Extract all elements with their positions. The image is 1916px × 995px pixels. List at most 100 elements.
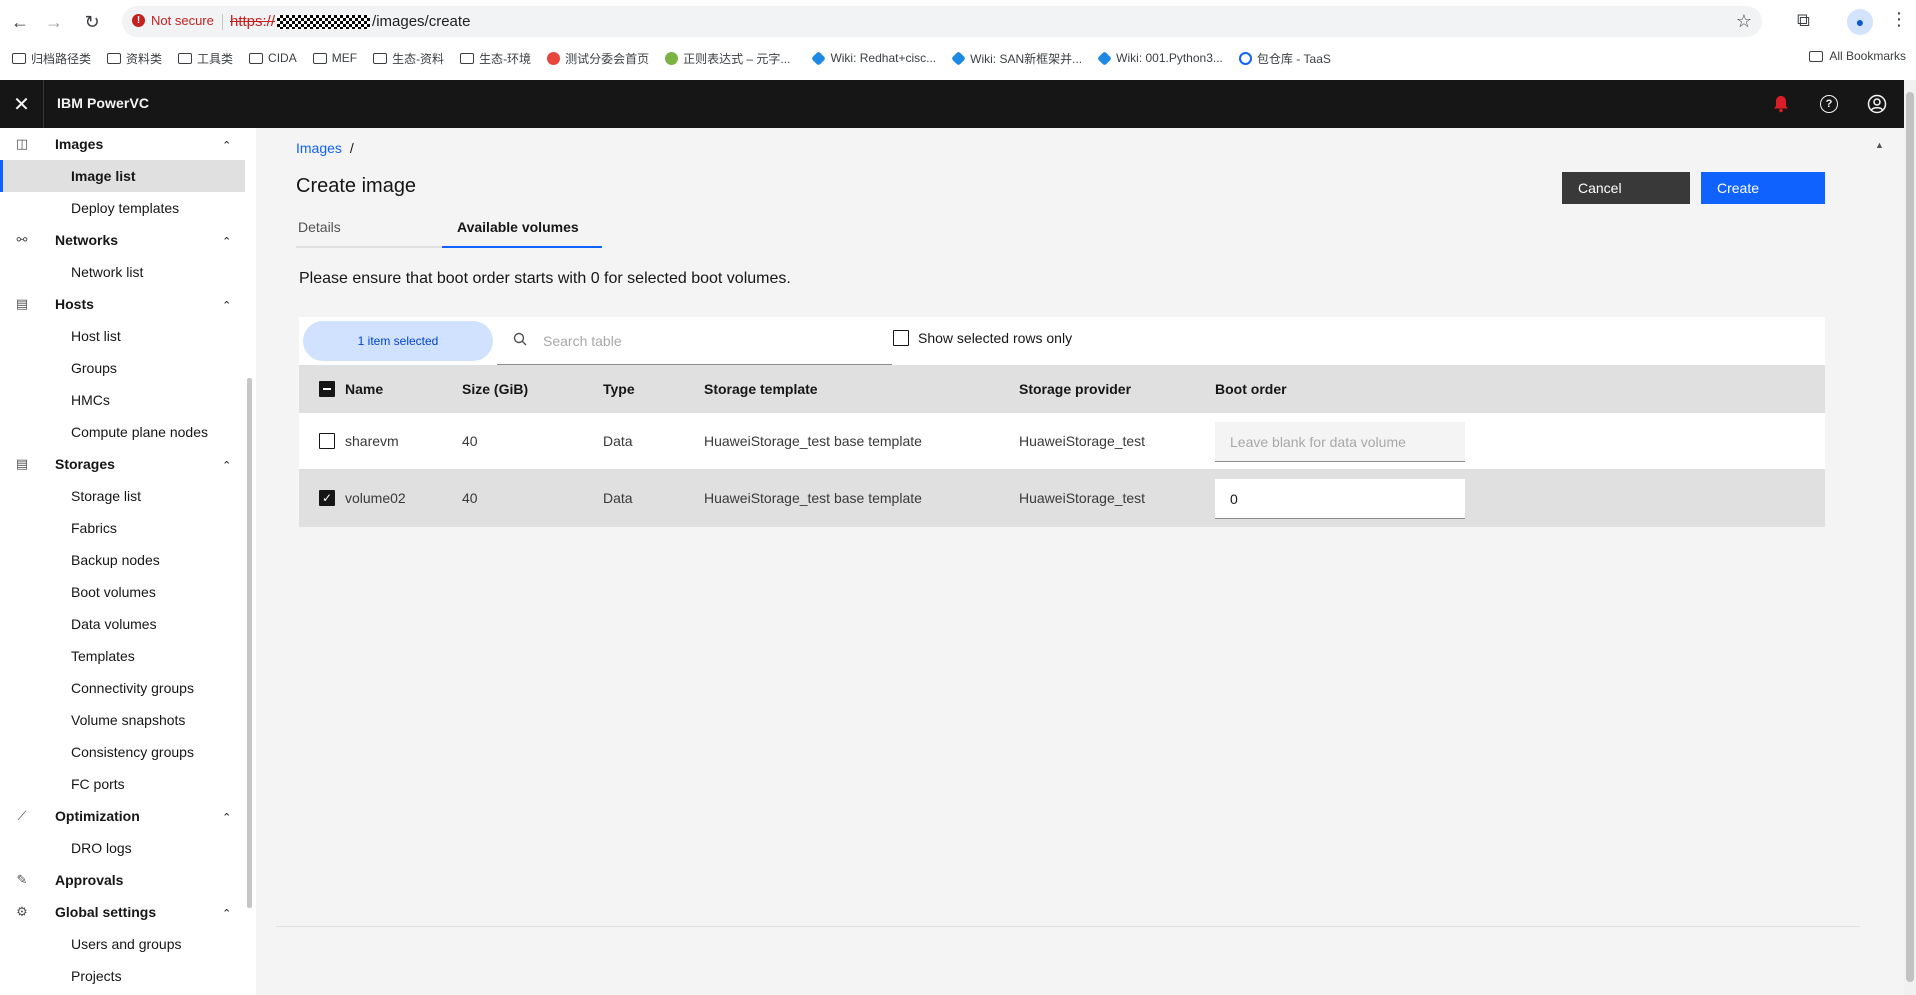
browser-chrome: ← → ↻ ! Not secure https:// /images/crea… bbox=[0, 0, 1916, 80]
bookmark-folder[interactable]: 资料类 bbox=[107, 50, 162, 67]
app-title[interactable]: IBM PowerVC bbox=[57, 95, 149, 111]
all-bookmarks-label: All Bookmarks bbox=[1829, 49, 1906, 63]
sidebar-item-hmcs[interactable]: HMCs bbox=[0, 384, 245, 416]
sidebar-item-templates[interactable]: Templates bbox=[0, 640, 245, 672]
browser-menu-icon[interactable]: ⋮ bbox=[1890, 9, 1908, 30]
sidebar-item-data-volumes[interactable]: Data volumes bbox=[0, 608, 245, 640]
column-header-boot-order[interactable]: Boot order bbox=[1215, 381, 1287, 397]
nav-group-images[interactable]: ◫ Images ⌄ bbox=[0, 128, 245, 160]
forward-icon[interactable]: → bbox=[42, 10, 66, 34]
page-scrollbar-thumb[interactable] bbox=[1906, 92, 1914, 982]
chevron-up-icon[interactable]: ⌄ bbox=[222, 458, 231, 471]
sidebar-item-dro-logs[interactable]: DRO logs bbox=[0, 832, 245, 864]
back-icon[interactable]: ← bbox=[8, 10, 32, 34]
sidebar-item-backup-nodes[interactable]: Backup nodes bbox=[0, 544, 245, 576]
sidebar-item-host-list[interactable]: Host list bbox=[0, 320, 245, 352]
tab-list: Details Available volumes bbox=[296, 208, 602, 248]
tab-details[interactable]: Details bbox=[296, 208, 442, 248]
all-bookmarks[interactable]: All Bookmarks bbox=[1809, 49, 1906, 63]
bookmark-link[interactable]: 测试分委会首页 bbox=[547, 50, 649, 67]
select-all-checkbox[interactable] bbox=[319, 381, 335, 397]
column-header-storage-template[interactable]: Storage template bbox=[704, 381, 818, 397]
breadcrumb: Images / bbox=[296, 140, 354, 156]
table-row[interactable]: sharevm 40 Data HuaweiStorage_test base … bbox=[299, 413, 1825, 470]
reload-icon[interactable]: ↻ bbox=[80, 10, 104, 34]
notification-bell-icon[interactable] bbox=[1769, 92, 1793, 116]
sidebar-item-users-and-groups[interactable]: Users and groups bbox=[0, 928, 245, 960]
bookmark-star-icon[interactable]: ☆ bbox=[1736, 11, 1752, 32]
sidebar-item-connectivity-groups[interactable]: Connectivity groups bbox=[0, 672, 245, 704]
sidebar-item-storage-list[interactable]: Storage list bbox=[0, 480, 245, 512]
column-header-type[interactable]: Type bbox=[603, 381, 635, 397]
breadcrumb-separator: / bbox=[349, 140, 354, 156]
search-input[interactable] bbox=[543, 329, 863, 353]
url-text[interactable]: https:// /images/create bbox=[230, 13, 470, 30]
search-icon bbox=[513, 332, 527, 350]
table-header: Name Size (GiB) Type Storage template St… bbox=[299, 365, 1825, 413]
address-bar[interactable]: ! Not secure https:// /images/create ☆ bbox=[122, 6, 1762, 37]
breadcrumb-images-link[interactable]: Images bbox=[296, 140, 342, 156]
boot-order-input[interactable] bbox=[1215, 479, 1465, 519]
nav-group-global-settings[interactable]: ⚙ Global settings ⌄ bbox=[0, 896, 245, 928]
sidebar-item-fabrics[interactable]: Fabrics bbox=[0, 512, 245, 544]
user-profile-icon[interactable] bbox=[1865, 92, 1889, 116]
sidebar-item-volume-snapshots[interactable]: Volume snapshots bbox=[0, 704, 245, 736]
cell-storage-provider: HuaweiStorage_test bbox=[1019, 433, 1146, 449]
sidebar-item-label: Fabrics bbox=[71, 520, 117, 536]
nav-group-optimization[interactable]: ⟋ Optimization ⌄ bbox=[0, 800, 245, 832]
wiki-favicon-icon bbox=[811, 50, 827, 66]
bookmark-folder[interactable]: 生态-资料 bbox=[373, 50, 444, 67]
bookmark-folder[interactable]: MEF bbox=[312, 51, 357, 65]
cancel-button[interactable]: Cancel bbox=[1562, 172, 1690, 204]
sidenav-scrollbar[interactable] bbox=[247, 378, 252, 908]
table-row[interactable]: ✓ volume02 40 Data HuaweiStorage_test ba… bbox=[299, 470, 1825, 527]
column-header-name[interactable]: Name bbox=[345, 381, 383, 397]
wiki-favicon-icon bbox=[1097, 50, 1113, 66]
sidebar-item-deploy-templates[interactable]: Deploy templates bbox=[0, 192, 245, 224]
column-header-storage-provider[interactable]: Storage provider bbox=[1019, 381, 1131, 397]
bookmark-folder[interactable]: 归档路径类 bbox=[12, 50, 91, 67]
sidebar-item-fc-ports[interactable]: FC ports bbox=[0, 768, 245, 800]
table-search[interactable] bbox=[497, 317, 892, 365]
sidebar-item-label: Volume snapshots bbox=[71, 712, 186, 728]
boot-order-input[interactable] bbox=[1215, 422, 1465, 462]
bookmark-folder[interactable]: 生态-环境 bbox=[460, 50, 531, 67]
nav-group-hosts[interactable]: ▤ Hosts ⌄ bbox=[0, 288, 245, 320]
not-secure-badge[interactable]: ! Not secure bbox=[132, 13, 214, 28]
bookmark-link[interactable]: 正则表达式 – 元字... bbox=[665, 50, 790, 67]
bookmark-folder[interactable]: 工具类 bbox=[178, 50, 233, 67]
row-checkbox[interactable] bbox=[319, 433, 335, 449]
chevron-up-icon[interactable]: ⌄ bbox=[222, 138, 231, 151]
sidebar-item-compute-plane-nodes[interactable]: Compute plane nodes bbox=[0, 416, 245, 448]
sidebar-item-boot-volumes[interactable]: Boot volumes bbox=[0, 576, 245, 608]
chevron-up-icon[interactable]: ⌄ bbox=[222, 234, 231, 247]
page-scrollbar[interactable] bbox=[1904, 80, 1916, 995]
row-checkbox[interactable]: ✓ bbox=[319, 490, 335, 506]
tab-available-volumes[interactable]: Available volumes bbox=[442, 208, 602, 248]
extensions-icon[interactable]: ⧉ bbox=[1797, 10, 1819, 32]
nav-group-approvals[interactable]: ✎ Approvals bbox=[0, 864, 245, 896]
profile-avatar-icon[interactable]: ● bbox=[1847, 9, 1873, 35]
close-menu-icon[interactable]: ✕ bbox=[0, 80, 44, 128]
nav-group-storages[interactable]: ▤ Storages ⌄ bbox=[0, 448, 245, 480]
bookmark-folder[interactable]: CIDA bbox=[249, 51, 297, 65]
column-header-size[interactable]: Size (GiB) bbox=[462, 381, 528, 397]
create-button[interactable]: Create bbox=[1701, 172, 1825, 204]
help-icon[interactable]: ? bbox=[1817, 92, 1841, 116]
sidebar-item-groups[interactable]: Groups bbox=[0, 352, 245, 384]
sidebar-item-consistency-groups[interactable]: Consistency groups bbox=[0, 736, 245, 768]
show-selected-checkbox[interactable] bbox=[893, 330, 909, 346]
bookmark-link[interactable]: 包仓库 - TaaS bbox=[1238, 50, 1331, 67]
chevron-up-icon[interactable]: ⌄ bbox=[222, 298, 231, 311]
bookmark-link[interactable]: Wiki: SAN新框架并... bbox=[951, 50, 1082, 67]
chevron-up-icon[interactable]: ⌄ bbox=[222, 906, 231, 919]
sidebar-item-network-list[interactable]: Network list bbox=[0, 256, 245, 288]
show-selected-toggle[interactable]: Show selected rows only bbox=[893, 330, 1072, 346]
chevron-up-icon[interactable]: ⌄ bbox=[222, 810, 231, 823]
sidebar-item-image-list[interactable]: Image list bbox=[0, 160, 245, 192]
scroll-up-icon[interactable]: ▲ bbox=[1875, 140, 1884, 150]
bookmark-link[interactable]: Wiki: Redhat+cisc... bbox=[811, 50, 936, 66]
sidebar-item-projects[interactable]: Projects bbox=[0, 960, 245, 992]
nav-group-networks[interactable]: ⚯ Networks ⌄ bbox=[0, 224, 245, 256]
bookmark-link[interactable]: Wiki: 001.Python3... bbox=[1097, 50, 1223, 66]
